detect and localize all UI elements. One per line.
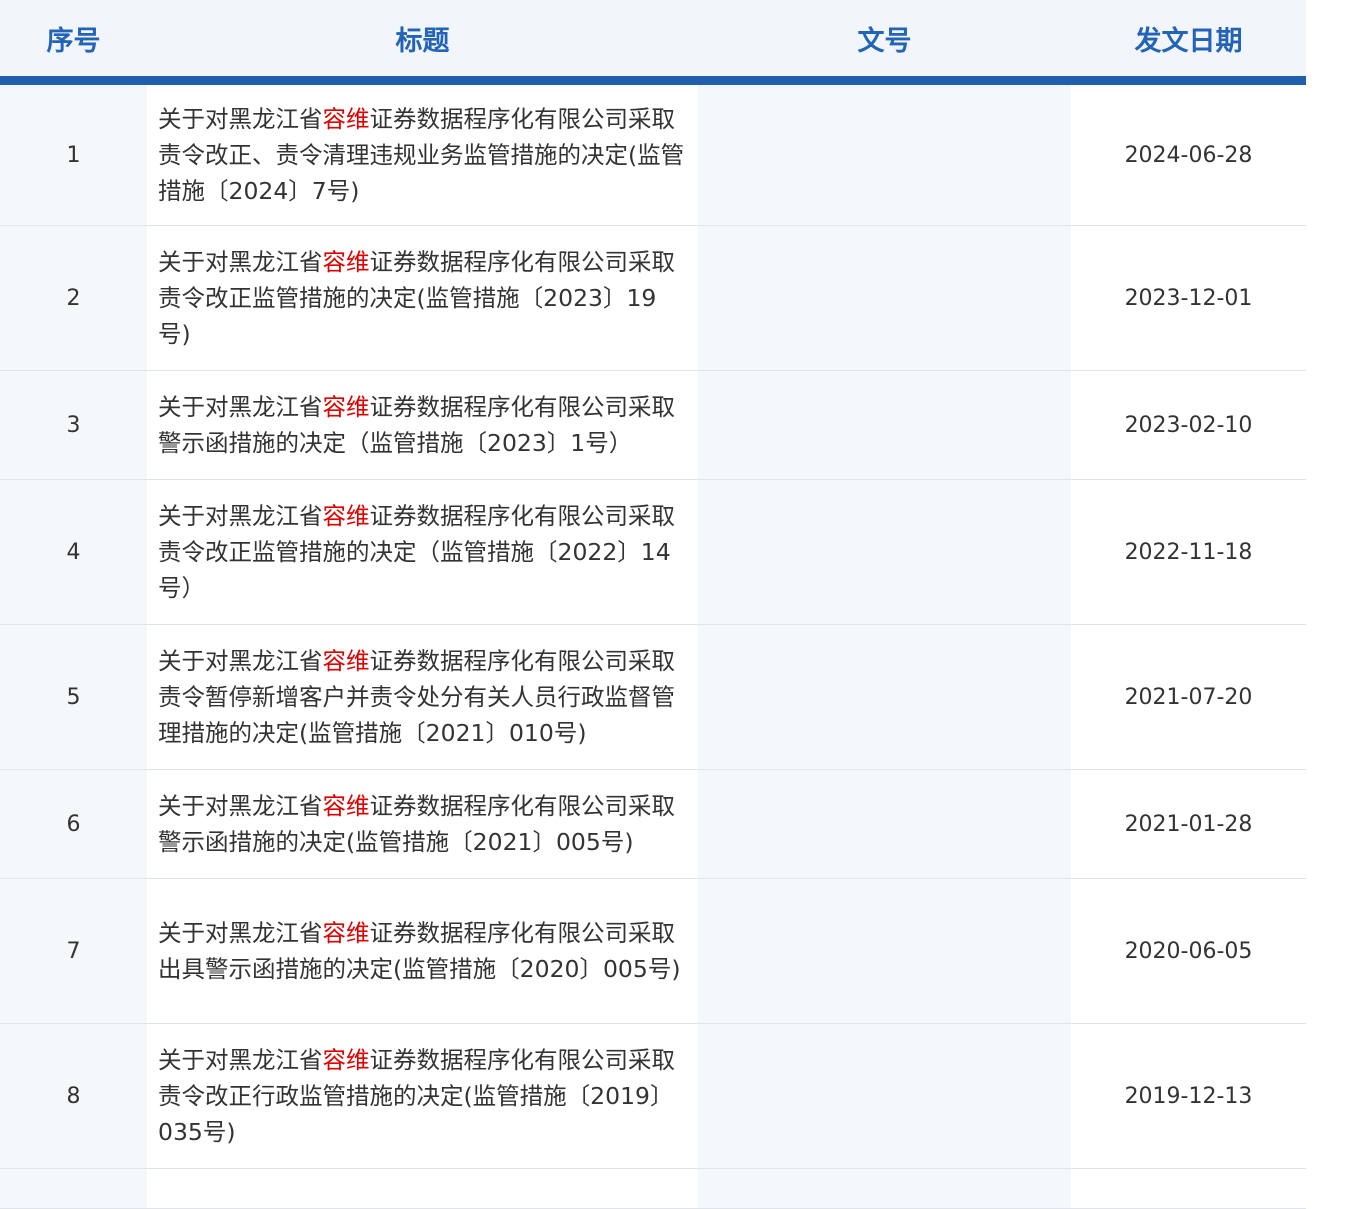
row-title-empty (147, 1168, 698, 1209)
title-prefix: 关于对黑龙江省 (158, 647, 323, 675)
title-prefix: 关于对黑龙江省 (158, 502, 323, 530)
table-row: 2 关于对黑龙江省容维证券数据程序化有限公司采取责令改正监管措施的决定(监管措施… (0, 225, 1306, 371)
row-index: 3 (0, 370, 147, 480)
title-prefix: 关于对黑龙江省 (158, 792, 323, 820)
table-row: 1 关于对黑龙江省容维证券数据程序化有限公司采取责令改正、责令清理违规业务监管措… (0, 80, 1306, 226)
table-row: 7 关于对黑龙江省容维证券数据程序化有限公司采取出具警示函措施的决定(监管措施〔… (0, 878, 1306, 1024)
table-row: 6 关于对黑龙江省容维证券数据程序化有限公司采取警示函措施的决定(监管措施〔20… (0, 769, 1306, 879)
document-title-link[interactable]: 关于对黑龙江省容维证券数据程序化有限公司采取责令暂停新增客户并责令处分有关人员行… (158, 643, 688, 751)
document-title-link[interactable]: 关于对黑龙江省容维证券数据程序化有限公司采取警示函措施的决定（监管措施〔2023… (158, 389, 688, 461)
row-index-empty (0, 1168, 147, 1209)
row-date: 2023-12-01 (1071, 225, 1306, 371)
header-date: 发文日期 (1071, 0, 1306, 85)
row-title-cell: 关于对黑龙江省容维证券数据程序化有限公司采取责令暂停新增客户并责令处分有关人员行… (147, 624, 698, 770)
row-title-cell: 关于对黑龙江省容维证券数据程序化有限公司采取出具警示函措施的决定(监管措施〔20… (147, 878, 698, 1024)
row-index: 4 (0, 479, 147, 625)
row-title-cell: 关于对黑龙江省容维证券数据程序化有限公司采取警示函措施的决定(监管措施〔2021… (147, 769, 698, 879)
document-title-link[interactable]: 关于对黑龙江省容维证券数据程序化有限公司采取责令改正行政监管措施的决定(监管措施… (158, 1042, 688, 1150)
row-doc-no (698, 769, 1071, 879)
row-date: 2022-11-18 (1071, 479, 1306, 625)
title-prefix: 关于对黑龙江省 (158, 248, 323, 276)
documents-table: 序号 标题 文号 发文日期 1 关于对黑龙江省容维证券数据程序化有限公司采取责令… (0, 0, 1306, 1209)
table-row: 5 关于对黑龙江省容维证券数据程序化有限公司采取责令暂停新增客户并责令处分有关人… (0, 624, 1306, 770)
title-prefix: 关于对黑龙江省 (158, 1046, 323, 1074)
row-date: 2021-01-28 (1071, 769, 1306, 879)
row-date: 2024-06-28 (1071, 80, 1306, 226)
document-title-link[interactable]: 关于对黑龙江省容维证券数据程序化有限公司采取责令改正、责令清理违规业务监管措施的… (158, 101, 688, 209)
row-title-cell: 关于对黑龙江省容维证券数据程序化有限公司采取责令改正监管措施的决定（监管措施〔2… (147, 479, 698, 625)
row-index: 1 (0, 80, 147, 226)
title-prefix: 关于对黑龙江省 (158, 919, 323, 947)
table-header-row: 序号 标题 文号 发文日期 (0, 0, 1306, 85)
title-prefix: 关于对黑龙江省 (158, 105, 323, 133)
table-row: 8 关于对黑龙江省容维证券数据程序化有限公司采取责令改正行政监管措施的决定(监管… (0, 1023, 1306, 1169)
scrollbar-track[interactable] (1305, 0, 1356, 1192)
row-title-cell: 关于对黑龙江省容维证券数据程序化有限公司采取责令改正监管措施的决定(监管措施〔2… (147, 225, 698, 371)
header-title: 标题 (147, 0, 698, 85)
row-doc-no (698, 370, 1071, 480)
document-title-link[interactable]: 关于对黑龙江省容维证券数据程序化有限公司采取出具警示函措施的决定(监管措施〔20… (158, 915, 688, 987)
row-index: 6 (0, 769, 147, 879)
row-date: 2019-12-13 (1071, 1023, 1306, 1169)
title-highlight: 容维 (322, 647, 370, 675)
row-doc-no (698, 1023, 1071, 1169)
title-highlight: 容维 (322, 502, 370, 530)
title-highlight: 容维 (322, 393, 370, 421)
table-row: 3 关于对黑龙江省容维证券数据程序化有限公司采取警示函措施的决定（监管措施〔20… (0, 370, 1306, 480)
row-index: 5 (0, 624, 147, 770)
row-date-empty (1071, 1168, 1306, 1209)
title-highlight: 容维 (322, 1046, 370, 1074)
row-index: 7 (0, 878, 147, 1024)
row-date: 2020-06-05 (1071, 878, 1306, 1024)
row-doc-no (698, 80, 1071, 226)
row-doc-no (698, 479, 1071, 625)
title-highlight: 容维 (322, 105, 370, 133)
title-highlight: 容维 (322, 792, 370, 820)
row-index: 2 (0, 225, 147, 371)
row-index: 8 (0, 1023, 147, 1169)
table-row-partial (0, 1168, 1306, 1209)
document-title-link[interactable]: 关于对黑龙江省容维证券数据程序化有限公司采取责令改正监管措施的决定(监管措施〔2… (158, 244, 688, 352)
row-doc-no (698, 624, 1071, 770)
document-title-link[interactable]: 关于对黑龙江省容维证券数据程序化有限公司采取责令改正监管措施的决定（监管措施〔2… (158, 498, 688, 606)
title-highlight: 容维 (322, 919, 370, 947)
row-date: 2021-07-20 (1071, 624, 1306, 770)
row-doc-no (698, 878, 1071, 1024)
header-index: 序号 (0, 0, 147, 85)
row-doc-no (698, 225, 1071, 371)
row-date: 2023-02-10 (1071, 370, 1306, 480)
header-doc-no: 文号 (698, 0, 1071, 85)
row-title-cell: 关于对黑龙江省容维证券数据程序化有限公司采取责令改正行政监管措施的决定(监管措施… (147, 1023, 698, 1169)
row-title-cell: 关于对黑龙江省容维证券数据程序化有限公司采取警示函措施的决定（监管措施〔2023… (147, 370, 698, 480)
title-prefix: 关于对黑龙江省 (158, 393, 323, 421)
document-title-link[interactable]: 关于对黑龙江省容维证券数据程序化有限公司采取警示函措施的决定(监管措施〔2021… (158, 788, 688, 860)
row-doc-no-empty (698, 1168, 1071, 1209)
row-title-cell: 关于对黑龙江省容维证券数据程序化有限公司采取责令改正、责令清理违规业务监管措施的… (147, 80, 698, 226)
table-row: 4 关于对黑龙江省容维证券数据程序化有限公司采取责令改正监管措施的决定（监管措施… (0, 479, 1306, 625)
title-highlight: 容维 (322, 248, 370, 276)
